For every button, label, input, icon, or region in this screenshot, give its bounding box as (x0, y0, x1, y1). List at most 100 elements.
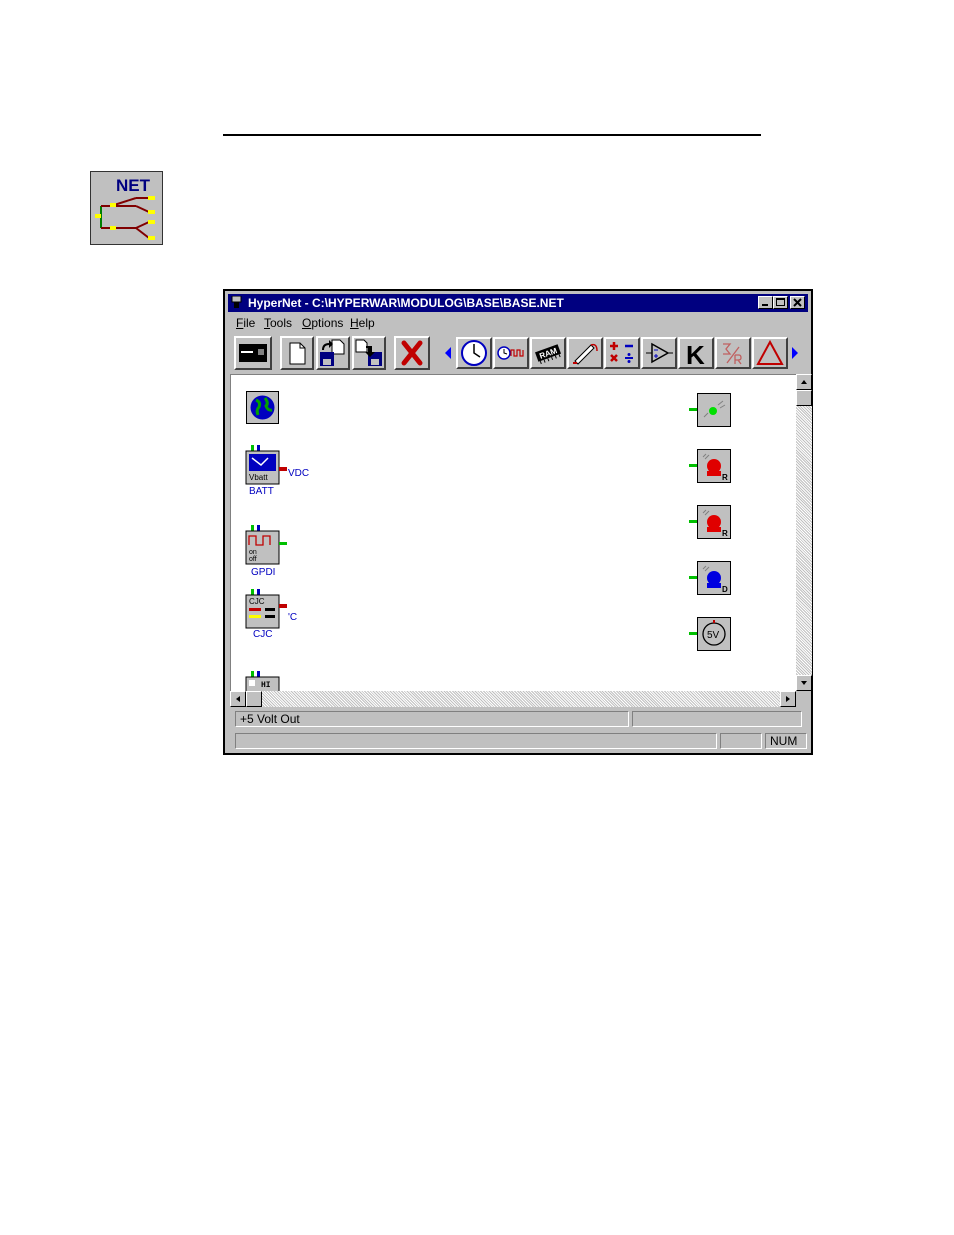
status-pane-caps (720, 733, 762, 749)
relay-r1-node[interactable]: R (689, 449, 734, 485)
arithmetic-icon (610, 342, 633, 363)
terminal-button[interactable] (234, 336, 272, 370)
new-file-icon (289, 342, 306, 365)
globe-icon (250, 395, 275, 420)
cjc-node[interactable]: CJC 'C CJC (241, 589, 331, 649)
gpdi-label: GPDI (251, 567, 276, 578)
toolbar-scroll-left[interactable] (442, 336, 454, 370)
terminal-icon (239, 344, 267, 362)
delete-button[interactable] (394, 336, 430, 370)
save-file-button[interactable] (352, 336, 386, 370)
arrow-left-icon (236, 696, 240, 702)
horizontal-scrollbar[interactable] (230, 691, 796, 707)
scroll-right-button[interactable] (780, 691, 796, 707)
relay-blue-icon: D (689, 561, 731, 595)
supply-tag: 5V (707, 630, 720, 641)
hi-node[interactable]: HI (241, 671, 296, 692)
pen-icon (573, 343, 598, 365)
scroll-up-button[interactable] (796, 374, 812, 390)
k-constant-icon: K (686, 340, 705, 367)
led-icon (689, 393, 731, 427)
supply-5v-node[interactable]: 5V (689, 617, 734, 653)
maximize-icon (776, 298, 785, 306)
relay-r2-tag: R (722, 529, 728, 538)
clock-icon (461, 340, 487, 366)
net-app-icon: NET (90, 171, 163, 245)
batt-output-label: VDC (288, 468, 310, 479)
scroll-left-button[interactable] (230, 691, 246, 707)
arithmetic-button[interactable] (604, 337, 640, 369)
status-num-indicator: NUM (765, 733, 807, 749)
close-icon (793, 298, 802, 307)
globe-node[interactable] (246, 391, 279, 424)
cjc-output-label: 'C (288, 612, 298, 623)
amplifier-button[interactable] (641, 337, 677, 369)
open-file-button[interactable] (316, 336, 350, 370)
status-bar-top: +5 Volt Out (230, 710, 808, 729)
network-canvas[interactable]: Vbatt VDC BATT on off GPDI CJC 'C CJC HI… (230, 374, 796, 692)
scroll-left-icon (445, 347, 451, 359)
menu-help[interactable]: Help (350, 316, 375, 330)
gpdi-icon-on: on (249, 549, 257, 556)
scroll-down-button[interactable] (796, 675, 812, 691)
system-menu-icon[interactable] (231, 296, 243, 309)
window-title: HyperNet - C:\HYPERWAR\MODULOG\BASE\BASE… (248, 296, 564, 310)
timer-pulse-icon (497, 346, 524, 360)
menu-bar: File Tools Options Help (228, 314, 808, 332)
relay-r1-tag: R (722, 473, 728, 482)
sigma-button[interactable] (715, 337, 751, 369)
delete-icon (401, 340, 423, 366)
close-button[interactable] (790, 296, 805, 309)
delta-button[interactable] (752, 337, 788, 369)
gpdi-node[interactable]: on off GPDI (241, 525, 311, 585)
status-bar-bottom: NUM (230, 732, 808, 751)
relay-d-tag: D (722, 585, 728, 594)
save-file-icon (355, 339, 382, 366)
cjc-label: CJC (253, 629, 273, 640)
relay-d-node[interactable]: D (689, 561, 734, 597)
scroll-right-icon (792, 347, 798, 359)
menu-options[interactable]: Options (302, 316, 343, 330)
vertical-scrollbar[interactable] (796, 374, 812, 691)
arrow-up-icon (801, 380, 807, 384)
voltage-source-icon: 5V (689, 617, 731, 651)
horizontal-rule (223, 134, 761, 136)
k-constant-button[interactable]: K (678, 337, 714, 369)
hypernet-window: HyperNet - C:\HYPERWAR\MODULOG\BASE\BASE… (223, 289, 813, 755)
maximize-button[interactable] (773, 296, 788, 309)
new-file-button[interactable] (280, 336, 314, 370)
open-file-icon (320, 339, 345, 366)
ram-button[interactable]: RAM (530, 337, 566, 369)
toolbar-scroll-right[interactable] (789, 336, 801, 370)
relay-r2-node[interactable]: R (689, 505, 734, 541)
toolbar: RAM K (228, 334, 808, 372)
clock-button[interactable] (456, 337, 492, 369)
horizontal-scroll-thumb[interactable] (246, 691, 262, 707)
minimize-button[interactable] (758, 296, 773, 309)
batt-icon-text: Vbatt (249, 473, 268, 482)
cjc-icon-text: CJC (249, 597, 265, 606)
sigma-icon (723, 343, 742, 365)
gpdi-icon-off: off (249, 556, 257, 563)
ram-chip-icon: RAM (535, 344, 561, 365)
hi-icon-text: HI (261, 681, 271, 690)
status-pane-main (235, 733, 717, 749)
title-bar[interactable]: HyperNet - C:\HYPERWAR\MODULOG\BASE\BASE… (228, 294, 808, 312)
k-label: K (686, 340, 705, 367)
pen-button[interactable] (567, 337, 603, 369)
amplifier-icon (646, 342, 673, 364)
vertical-scroll-thumb[interactable] (796, 390, 812, 406)
svg-text:NET: NET (116, 176, 151, 195)
batt-node[interactable]: Vbatt VDC BATT (241, 445, 331, 505)
batt-label: BATT (249, 486, 274, 497)
relay-red-icon: R (689, 449, 731, 483)
status-pane-2 (632, 711, 802, 727)
timer-pulse-button[interactable] (493, 337, 529, 369)
relay-red-icon: R (689, 505, 731, 539)
menu-tools[interactable]: Tools (264, 316, 292, 330)
cold-junction-icon: CJC (245, 589, 287, 629)
ram-label: RAM (538, 346, 559, 361)
menu-file[interactable]: File (236, 316, 255, 330)
led-output-node[interactable] (689, 393, 734, 429)
delta-icon (756, 339, 784, 365)
